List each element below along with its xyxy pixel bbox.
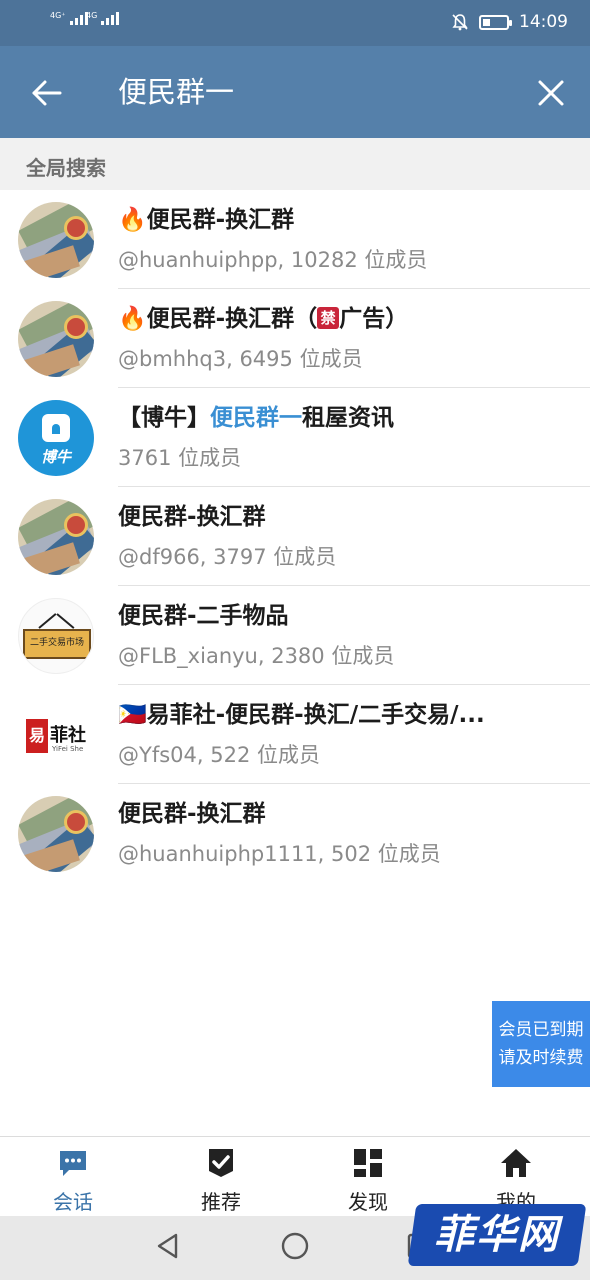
- back-triangle-icon[interactable]: [152, 1230, 184, 1262]
- home-circle-icon[interactable]: [279, 1230, 311, 1262]
- philippines-flag-icon: 🇵🇭: [118, 702, 147, 728]
- clock: 14:09: [519, 12, 568, 32]
- chat-meta: @huanhuiphp1111, 502 位成员: [118, 842, 441, 866]
- grid-icon: [354, 1149, 382, 1177]
- network-type-label: 4G: [86, 11, 98, 20]
- prohibited-badge: 禁: [317, 306, 340, 329]
- chat-title: 🔥便民群-换汇群: [118, 207, 295, 233]
- chat-meta: @huanhuiphpp, 10282 位成员: [118, 248, 428, 272]
- search-highlight: 便民群一: [210, 405, 302, 431]
- fire-icon: 🔥: [118, 207, 147, 233]
- search-input[interactable]: 便民群一: [118, 74, 234, 110]
- chat-meta: 3761 位成员: [118, 446, 242, 470]
- battery-icon: [479, 14, 512, 30]
- tab-label: 发现: [348, 1190, 388, 1214]
- tab-label: 推荐: [201, 1190, 241, 1214]
- list-item[interactable]: 便民群-换汇群 @df966, 3797 位成员: [0, 487, 590, 586]
- fire-icon: 🔥: [118, 306, 147, 332]
- section-header: 全局搜索: [0, 138, 590, 190]
- chat-meta: @bmhhq3, 6495 位成员: [118, 347, 363, 371]
- list-item[interactable]: 易菲社 YiFei She 🇵🇭易菲社-便民群-换汇/二手交易/... @Yfs0…: [0, 685, 590, 784]
- shield-check-icon: [209, 1149, 233, 1177]
- chat-title: 便民群-换汇群: [118, 801, 266, 827]
- list-item[interactable]: 🔥便民群-换汇群（禁广告） @bmhhq3, 6495 位成员: [0, 289, 590, 388]
- avatar: 二手交易市场: [18, 598, 94, 674]
- list-item[interactable]: 🔥便民群-换汇群 @huanhuiphpp, 10282 位成员: [0, 190, 590, 289]
- chat-bubble-icon: [60, 1151, 86, 1176]
- search-results-list: 🔥便民群-换汇群 @huanhuiphpp, 10282 位成员 🔥便民群-换汇…: [0, 190, 590, 883]
- chat-title: 便民群-二手物品: [118, 603, 289, 629]
- watermark-logo: 菲华网: [407, 1198, 587, 1272]
- signal-strength-icon: 4G: [86, 11, 120, 25]
- list-item[interactable]: 二手交易市场 便民群-二手物品 @FLB_xianyu, 2380 位成员: [0, 586, 590, 685]
- chat-meta: @FLB_xianyu, 2380 位成员: [118, 644, 395, 668]
- back-arrow-icon[interactable]: [30, 76, 64, 110]
- membership-expired-badge[interactable]: 会员已到期 请及时续费: [492, 1001, 590, 1087]
- search-header: 便民群一: [0, 46, 590, 138]
- list-item[interactable]: 便民群-换汇群 @huanhuiphp1111, 502 位成员: [0, 784, 590, 883]
- bell-off-icon: [452, 14, 468, 31]
- section-label: 全局搜索: [26, 156, 106, 180]
- house-icon: [42, 414, 70, 442]
- chat-meta: @df966, 3797 位成员: [118, 545, 337, 569]
- tab-discover[interactable]: 发现: [313, 1137, 423, 1217]
- signal-strength-icon: 4G⁺: [50, 12, 88, 25]
- avatar: 易菲社 YiFei She: [18, 697, 94, 773]
- close-icon[interactable]: [534, 76, 568, 110]
- avatar: [18, 796, 94, 872]
- tab-label: 会话: [53, 1190, 93, 1214]
- chat-title: 🇵🇭易菲社-便民群-换汇/二手交易/...: [118, 702, 485, 728]
- chat-title: 便民群-换汇群: [118, 504, 266, 530]
- status-bar: 4G⁺ 4G 14:09: [0, 0, 590, 46]
- avatar: [18, 499, 94, 575]
- avatar: 博牛: [18, 400, 94, 476]
- tab-recommend[interactable]: 推荐: [166, 1137, 276, 1217]
- chat-title: 🔥便民群-换汇群（禁广告）: [118, 306, 409, 332]
- avatar: [18, 202, 94, 278]
- home-icon: [501, 1149, 531, 1177]
- list-item[interactable]: 博牛 【博牛】便民群一租屋资讯 3761 位成员: [0, 388, 590, 487]
- tab-chats[interactable]: 会话: [18, 1137, 128, 1217]
- chat-meta: @Yfs04, 522 位成员: [118, 743, 320, 767]
- chat-title: 【博牛】便民群一租屋资讯: [118, 405, 394, 431]
- avatar: [18, 301, 94, 377]
- network-type-label: 4G⁺: [50, 11, 66, 20]
